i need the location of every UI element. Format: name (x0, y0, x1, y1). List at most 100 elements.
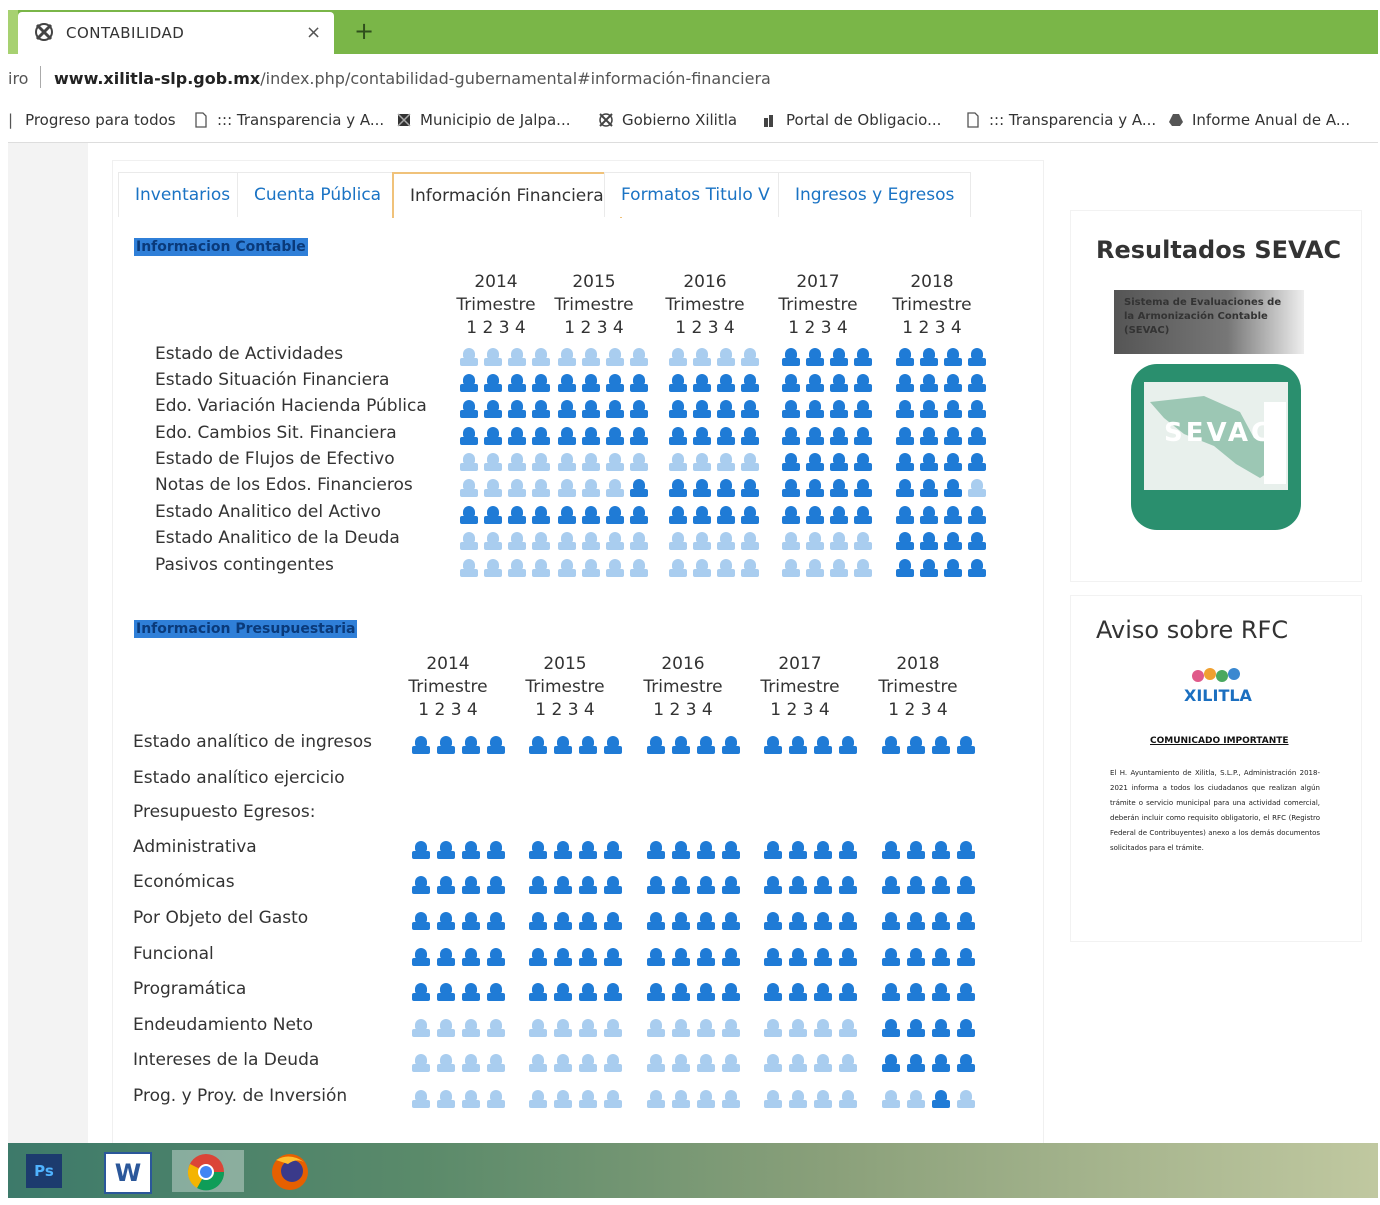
document-status-icon[interactable] (484, 532, 502, 550)
document-status-icon[interactable] (554, 1090, 572, 1108)
document-status-icon[interactable] (920, 479, 938, 497)
document-status-icon[interactable] (487, 948, 505, 966)
document-status-icon[interactable] (830, 453, 848, 471)
document-status-icon[interactable] (968, 453, 986, 471)
document-status-icon[interactable] (722, 983, 740, 1001)
new-tab-button[interactable]: + (354, 19, 374, 43)
bookmark-informe-anual[interactable]: Informe Anual de A... (1168, 111, 1350, 129)
document-status-icon[interactable] (882, 1019, 900, 1037)
document-status-icon[interactable] (854, 427, 872, 445)
document-status-icon[interactable] (412, 948, 430, 966)
document-status-icon[interactable] (647, 841, 665, 859)
document-status-icon[interactable] (630, 374, 648, 392)
document-status-icon[interactable] (782, 559, 800, 577)
document-status-icon[interactable] (484, 506, 502, 524)
document-status-icon[interactable] (717, 374, 735, 392)
document-status-icon[interactable] (529, 736, 547, 754)
document-status-icon[interactable] (487, 912, 505, 930)
document-status-icon[interactable] (693, 532, 711, 550)
document-status-icon[interactable] (460, 400, 478, 418)
document-status-icon[interactable] (741, 427, 759, 445)
document-status-icon[interactable] (460, 427, 478, 445)
document-status-icon[interactable] (697, 1090, 715, 1108)
document-status-icon[interactable] (508, 559, 526, 577)
document-status-icon[interactable] (697, 1054, 715, 1072)
document-status-icon[interactable] (968, 479, 986, 497)
document-status-icon[interactable] (896, 400, 914, 418)
document-status-icon[interactable] (579, 1090, 597, 1108)
document-status-icon[interactable] (782, 479, 800, 497)
document-status-icon[interactable] (460, 559, 478, 577)
document-status-icon[interactable] (487, 876, 505, 894)
document-status-icon[interactable] (722, 912, 740, 930)
document-status-icon[interactable] (558, 532, 576, 550)
document-status-icon[interactable] (782, 400, 800, 418)
document-status-icon[interactable] (789, 1090, 807, 1108)
document-status-icon[interactable] (957, 983, 975, 1001)
document-status-icon[interactable] (697, 736, 715, 754)
document-status-icon[interactable] (932, 736, 950, 754)
document-status-icon[interactable] (579, 1019, 597, 1037)
document-status-icon[interactable] (839, 736, 857, 754)
document-status-icon[interactable] (582, 348, 600, 366)
document-status-icon[interactable] (532, 427, 550, 445)
document-status-icon[interactable] (604, 912, 622, 930)
document-status-icon[interactable] (529, 948, 547, 966)
document-status-icon[interactable] (789, 876, 807, 894)
document-status-icon[interactable] (717, 427, 735, 445)
document-status-icon[interactable] (532, 506, 550, 524)
document-status-icon[interactable] (558, 348, 576, 366)
document-status-icon[interactable] (582, 374, 600, 392)
document-status-icon[interactable] (806, 374, 824, 392)
bookmark-progreso[interactable]: | Progreso para todos (8, 111, 176, 129)
document-status-icon[interactable] (741, 559, 759, 577)
document-status-icon[interactable] (582, 506, 600, 524)
document-status-icon[interactable] (606, 374, 624, 392)
document-status-icon[interactable] (697, 841, 715, 859)
document-status-icon[interactable] (830, 506, 848, 524)
document-status-icon[interactable] (630, 479, 648, 497)
document-status-icon[interactable] (606, 532, 624, 550)
document-status-icon[interactable] (920, 374, 938, 392)
document-status-icon[interactable] (896, 374, 914, 392)
document-status-icon[interactable] (882, 1090, 900, 1108)
document-status-icon[interactable] (460, 374, 478, 392)
document-status-icon[interactable] (647, 912, 665, 930)
document-status-icon[interactable] (412, 736, 430, 754)
document-status-icon[interactable] (437, 1090, 455, 1108)
document-status-icon[interactable] (932, 912, 950, 930)
document-status-icon[interactable] (907, 1054, 925, 1072)
document-status-icon[interactable] (722, 736, 740, 754)
document-status-icon[interactable] (558, 427, 576, 445)
document-status-icon[interactable] (957, 841, 975, 859)
document-status-icon[interactable] (920, 453, 938, 471)
document-status-icon[interactable] (647, 983, 665, 1001)
document-status-icon[interactable] (532, 532, 550, 550)
bookmark-transparencia-1[interactable]: ::: Transparencia y A... (193, 111, 384, 129)
document-status-icon[interactable] (907, 876, 925, 894)
document-status-icon[interactable] (672, 1019, 690, 1037)
bookmark-gobierno-xilitla[interactable]: Gobierno Xilitla (598, 111, 737, 129)
document-status-icon[interactable] (462, 841, 480, 859)
document-status-icon[interactable] (630, 348, 648, 366)
document-status-icon[interactable] (532, 348, 550, 366)
document-status-icon[interactable] (741, 506, 759, 524)
document-status-icon[interactable] (669, 506, 687, 524)
document-status-icon[interactable] (920, 400, 938, 418)
tab-cuenta-publica[interactable]: Cuenta Pública (237, 172, 399, 217)
document-status-icon[interactable] (672, 841, 690, 859)
document-status-icon[interactable] (907, 841, 925, 859)
document-status-icon[interactable] (647, 1054, 665, 1072)
document-status-icon[interactable] (764, 983, 782, 1001)
document-status-icon[interactable] (814, 841, 832, 859)
document-status-icon[interactable] (604, 841, 622, 859)
document-status-icon[interactable] (741, 374, 759, 392)
document-status-icon[interactable] (630, 427, 648, 445)
document-status-icon[interactable] (717, 532, 735, 550)
document-status-icon[interactable] (697, 876, 715, 894)
document-status-icon[interactable] (882, 912, 900, 930)
document-status-icon[interactable] (896, 453, 914, 471)
document-status-icon[interactable] (854, 453, 872, 471)
document-status-icon[interactable] (462, 1019, 480, 1037)
document-status-icon[interactable] (487, 1090, 505, 1108)
